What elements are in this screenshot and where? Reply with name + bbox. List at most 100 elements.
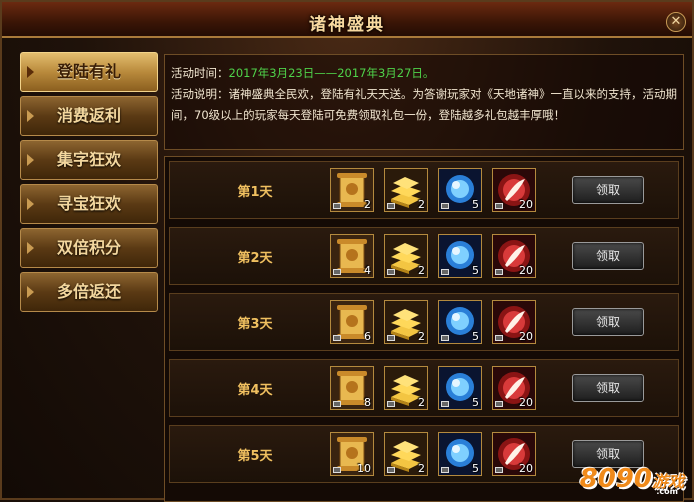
bound-icon bbox=[333, 269, 341, 275]
bound-icon bbox=[387, 401, 395, 407]
item-slot[interactable]: 20 bbox=[492, 300, 536, 344]
item-slot[interactable]: 5 bbox=[438, 432, 482, 476]
bound-icon bbox=[333, 467, 341, 473]
bound-icon bbox=[333, 335, 341, 341]
sidebar-item-label: 消费返利 bbox=[56, 106, 121, 125]
site-watermark-logo: 8090游戏 .com bbox=[579, 464, 684, 496]
day-label: 第3天 bbox=[237, 317, 273, 332]
watermark-domain: .com bbox=[656, 487, 678, 496]
item-count: 5 bbox=[472, 396, 479, 409]
claim-button[interactable]: 领取 bbox=[572, 242, 644, 270]
item-slot[interactable]: 8 bbox=[330, 366, 374, 410]
bound-icon bbox=[495, 269, 503, 275]
sidebar-item-login-gift[interactable]: 登陆有礼 bbox=[20, 52, 158, 92]
item-count: 2 bbox=[418, 330, 425, 343]
sidebar-item-collect-words[interactable]: 集字狂欢 bbox=[20, 140, 158, 180]
item-count: 20 bbox=[519, 198, 533, 211]
reward-list: 第1天 2 2 5 20 领取 第2天 4 2 5 20 领取 第3天 6 2 … bbox=[164, 156, 684, 502]
claim-button[interactable]: 领取 bbox=[572, 374, 644, 402]
item-count: 2 bbox=[418, 396, 425, 409]
sidebar-item-label: 登陆有礼 bbox=[56, 62, 121, 81]
sidebar-item-spend-rebate[interactable]: 消费返利 bbox=[20, 96, 158, 136]
item-count: 20 bbox=[519, 264, 533, 277]
item-slot[interactable]: 5 bbox=[438, 300, 482, 344]
day-label: 第2天 bbox=[237, 251, 273, 266]
sidebar-item-double-points[interactable]: 双倍积分 bbox=[20, 228, 158, 268]
item-count: 8 bbox=[364, 396, 371, 409]
bound-icon bbox=[387, 335, 395, 341]
bound-icon bbox=[387, 269, 395, 275]
sidebar-item-label: 寻宝狂欢 bbox=[56, 194, 121, 213]
sidebar: 登陆有礼 消费返利 集字狂欢 寻宝狂欢 双倍积分 多倍返还 bbox=[20, 52, 162, 316]
event-window: 诸神盛典 ✕ 登陆有礼 消费返利 集字狂欢 寻宝狂欢 双倍积分 多倍返还 活动时… bbox=[0, 0, 694, 502]
item-count: 2 bbox=[364, 198, 371, 211]
item-slot[interactable]: 2 bbox=[384, 366, 428, 410]
item-count: 5 bbox=[472, 462, 479, 475]
bound-icon bbox=[333, 203, 341, 209]
bound-icon bbox=[441, 467, 449, 473]
item-slot[interactable]: 4 bbox=[330, 234, 374, 278]
bound-icon bbox=[441, 401, 449, 407]
item-slot[interactable]: 20 bbox=[492, 168, 536, 212]
item-count: 5 bbox=[472, 330, 479, 343]
sidebar-item-label: 集字狂欢 bbox=[56, 150, 121, 169]
day-label: 第5天 bbox=[237, 449, 273, 464]
window-title: 诸神盛典 bbox=[309, 15, 385, 35]
arrow-right-icon bbox=[27, 242, 34, 254]
claim-button[interactable]: 领取 bbox=[572, 308, 644, 336]
bound-icon bbox=[441, 269, 449, 275]
arrow-right-icon bbox=[27, 198, 34, 210]
item-count: 4 bbox=[364, 264, 371, 277]
item-count: 6 bbox=[364, 330, 371, 343]
item-slot[interactable]: 2 bbox=[384, 234, 428, 278]
arrow-right-icon bbox=[27, 110, 34, 122]
item-slot[interactable]: 2 bbox=[384, 432, 428, 476]
claim-button[interactable]: 领取 bbox=[572, 176, 644, 204]
sidebar-item-label: 多倍返还 bbox=[56, 282, 121, 301]
item-count: 5 bbox=[472, 264, 479, 277]
arrow-right-icon bbox=[27, 154, 34, 166]
event-time-value: 2017年3月23日——2017年3月27日。 bbox=[228, 66, 435, 80]
item-count: 2 bbox=[418, 462, 425, 475]
bound-icon bbox=[495, 467, 503, 473]
sidebar-item-treasure-hunt[interactable]: 寻宝狂欢 bbox=[20, 184, 158, 224]
arrow-right-icon bbox=[27, 66, 34, 78]
item-slot[interactable]: 5 bbox=[438, 168, 482, 212]
item-slot[interactable]: 2 bbox=[384, 300, 428, 344]
bound-icon bbox=[495, 335, 503, 341]
item-slot[interactable]: 20 bbox=[492, 366, 536, 410]
close-button[interactable]: ✕ bbox=[666, 12, 686, 32]
item-slot[interactable]: 5 bbox=[438, 366, 482, 410]
close-icon: ✕ bbox=[670, 14, 682, 29]
item-count: 2 bbox=[418, 198, 425, 211]
item-slot[interactable]: 20 bbox=[492, 432, 536, 476]
event-description: 活动说明：诸神盛典全民欢，登陆有礼天天送。为答谢玩家对《天地诸神》一直以来的支持… bbox=[171, 87, 677, 122]
item-count: 20 bbox=[519, 330, 533, 343]
item-slot[interactable]: 2 bbox=[330, 168, 374, 212]
event-time-label: 活动时间： bbox=[171, 66, 229, 80]
item-slot[interactable]: 20 bbox=[492, 234, 536, 278]
bound-icon bbox=[387, 467, 395, 473]
title-bar: 诸神盛典 ✕ bbox=[2, 2, 692, 38]
sidebar-item-multi-return[interactable]: 多倍返还 bbox=[20, 272, 158, 312]
day-label: 第4天 bbox=[237, 383, 273, 398]
bound-icon bbox=[333, 401, 341, 407]
item-slot[interactable]: 2 bbox=[384, 168, 428, 212]
bound-icon bbox=[495, 203, 503, 209]
event-time: 活动时间：2017年3月23日——2017年3月27日。 bbox=[171, 63, 677, 84]
bound-icon bbox=[441, 203, 449, 209]
item-slot[interactable]: 10 bbox=[330, 432, 374, 476]
event-info-panel: 活动时间：2017年3月23日——2017年3月27日。 活动说明：诸神盛典全民… bbox=[164, 54, 684, 150]
day-label: 第1天 bbox=[237, 185, 273, 200]
sidebar-item-label: 双倍积分 bbox=[56, 238, 121, 257]
arrow-right-icon bbox=[27, 286, 34, 298]
item-count: 10 bbox=[357, 462, 371, 475]
reward-row: 第1天 2 2 5 20 领取 bbox=[169, 161, 679, 219]
item-slot[interactable]: 5 bbox=[438, 234, 482, 278]
bound-icon bbox=[441, 335, 449, 341]
bound-icon bbox=[387, 203, 395, 209]
item-slot[interactable]: 6 bbox=[330, 300, 374, 344]
watermark-number: 8090 bbox=[579, 464, 652, 494]
reward-row: 第3天 6 2 5 20 领取 bbox=[169, 293, 679, 351]
item-count: 5 bbox=[472, 198, 479, 211]
